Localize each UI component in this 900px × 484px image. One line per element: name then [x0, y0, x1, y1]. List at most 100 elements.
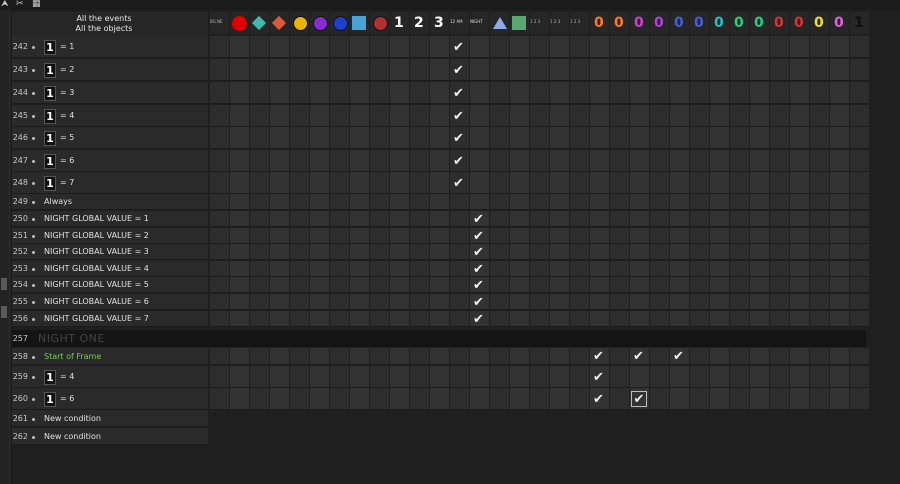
object-column-header[interactable]: 0: [670, 12, 689, 34]
grid-cell[interactable]: [550, 348, 569, 365]
grid-cell[interactable]: [290, 366, 309, 388]
event-condition-text[interactable]: = 6: [60, 156, 74, 165]
grid-cell[interactable]: [390, 228, 409, 244]
grid-cell[interactable]: [610, 348, 629, 365]
grid-cell[interactable]: [770, 105, 789, 127]
grid-cell[interactable]: [430, 294, 449, 310]
grid-cell[interactable]: [550, 366, 569, 388]
grid-cell[interactable]: [530, 105, 549, 127]
grid-cell[interactable]: [650, 277, 669, 293]
grid-cell[interactable]: [270, 388, 289, 410]
grid-cell[interactable]: [750, 366, 769, 388]
event-condition-text[interactable]: NIGHT GLOBAL VALUE = 2: [44, 231, 149, 240]
grid-cell[interactable]: [410, 244, 429, 260]
grid-cell[interactable]: [470, 127, 489, 149]
checkmark-icon[interactable]: ✔: [473, 263, 484, 276]
grid-cell[interactable]: [710, 366, 729, 388]
grid-cell[interactable]: [610, 59, 629, 81]
grid-cell[interactable]: [550, 277, 569, 293]
grid-cell[interactable]: [250, 211, 269, 227]
grid-cell[interactable]: [490, 277, 509, 293]
grid-cell[interactable]: [230, 228, 249, 244]
grid-cell[interactable]: [410, 348, 429, 365]
grid-cell[interactable]: [690, 388, 709, 410]
grid-cell[interactable]: [830, 294, 849, 310]
checkmark-icon[interactable]: ✔: [453, 155, 464, 168]
grid-cell[interactable]: [750, 59, 769, 81]
object-column-header[interactable]: [250, 12, 269, 34]
grid-cell[interactable]: [610, 388, 629, 410]
grid-cell[interactable]: [390, 172, 409, 194]
grid-cell[interactable]: [530, 277, 549, 293]
event-row[interactable]: 254 NIGHT GLOBAL VALUE = 5: [12, 277, 208, 293]
grid-cell[interactable]: [770, 294, 789, 310]
grid-cell[interactable]: [210, 105, 229, 127]
grid-cell[interactable]: [830, 105, 849, 127]
grid-cell[interactable]: [270, 244, 289, 260]
checkmark-icon[interactable]: ✔: [473, 230, 484, 243]
grid-cell[interactable]: [350, 311, 369, 327]
grid-cell[interactable]: [670, 244, 689, 260]
grid-cell[interactable]: [850, 311, 869, 327]
grid-cell[interactable]: [670, 194, 689, 210]
grid-cell[interactable]: [750, 211, 769, 227]
grid-cell[interactable]: [470, 59, 489, 81]
grid-cell[interactable]: [570, 211, 589, 227]
grid-cell[interactable]: [270, 277, 289, 293]
grid-cell[interactable]: [410, 105, 429, 127]
grid-cell[interactable]: [570, 244, 589, 260]
grid-cell[interactable]: [390, 59, 409, 81]
grid-cell[interactable]: [810, 172, 829, 194]
cursor-icon[interactable]: ⮝: [1, 0, 9, 9]
checkmark-icon[interactable]: ✔: [453, 132, 464, 145]
grid-cell[interactable]: [390, 211, 409, 227]
grid-cell[interactable]: [630, 311, 649, 327]
grid-cell[interactable]: [490, 194, 509, 210]
grid-cell[interactable]: [370, 36, 389, 58]
grid-cell[interactable]: [250, 244, 269, 260]
grid-cell[interactable]: [670, 366, 689, 388]
grid-cell[interactable]: [530, 388, 549, 410]
object-column-header[interactable]: 0: [610, 12, 629, 34]
grid-cell[interactable]: [710, 294, 729, 310]
grid-cell[interactable]: [590, 228, 609, 244]
grid-cell[interactable]: [810, 105, 829, 127]
event-row[interactable]: 251 NIGHT GLOBAL VALUE = 2: [12, 228, 208, 244]
grid-cell[interactable]: [350, 105, 369, 127]
grid-cell[interactable]: [630, 59, 649, 81]
grid-cell[interactable]: [530, 294, 549, 310]
grid-cell[interactable]: [710, 82, 729, 104]
grid-cell[interactable]: [690, 294, 709, 310]
grid-cell[interactable]: [250, 228, 269, 244]
grid-cell[interactable]: [730, 59, 749, 81]
grid-cell[interactable]: [590, 277, 609, 293]
grid-cell[interactable]: [490, 150, 509, 172]
grid-cell[interactable]: [290, 194, 309, 210]
grid-cell[interactable]: [790, 194, 809, 210]
grid-cell[interactable]: [450, 244, 469, 260]
grid-cell[interactable]: [750, 294, 769, 310]
grid-cell[interactable]: [310, 294, 329, 310]
grid-cell[interactable]: [670, 36, 689, 58]
grid-cell[interactable]: [710, 59, 729, 81]
grid-cell[interactable]: [530, 211, 549, 227]
object-column-header[interactable]: [230, 12, 249, 34]
grid-cell[interactable]: [350, 294, 369, 310]
grid-cell[interactable]: [370, 366, 389, 388]
grid-cell[interactable]: [210, 311, 229, 327]
grid-cell[interactable]: [670, 261, 689, 277]
grid-cell[interactable]: [530, 228, 549, 244]
grid-cell[interactable]: [550, 36, 569, 58]
grid-cell[interactable]: [510, 294, 529, 310]
event-condition-text[interactable]: New condition: [44, 432, 101, 441]
grid-cell[interactable]: [390, 82, 409, 104]
grid-cell[interactable]: [490, 261, 509, 277]
object-column-header[interactable]: 0: [710, 12, 729, 34]
grid-cell[interactable]: [450, 366, 469, 388]
grid-cell[interactable]: [210, 228, 229, 244]
grid-cell[interactable]: [310, 105, 329, 127]
grid-cell[interactable]: [210, 294, 229, 310]
grid-cell[interactable]: [230, 127, 249, 149]
grid-cell[interactable]: [210, 366, 229, 388]
grid-cell[interactable]: [550, 228, 569, 244]
